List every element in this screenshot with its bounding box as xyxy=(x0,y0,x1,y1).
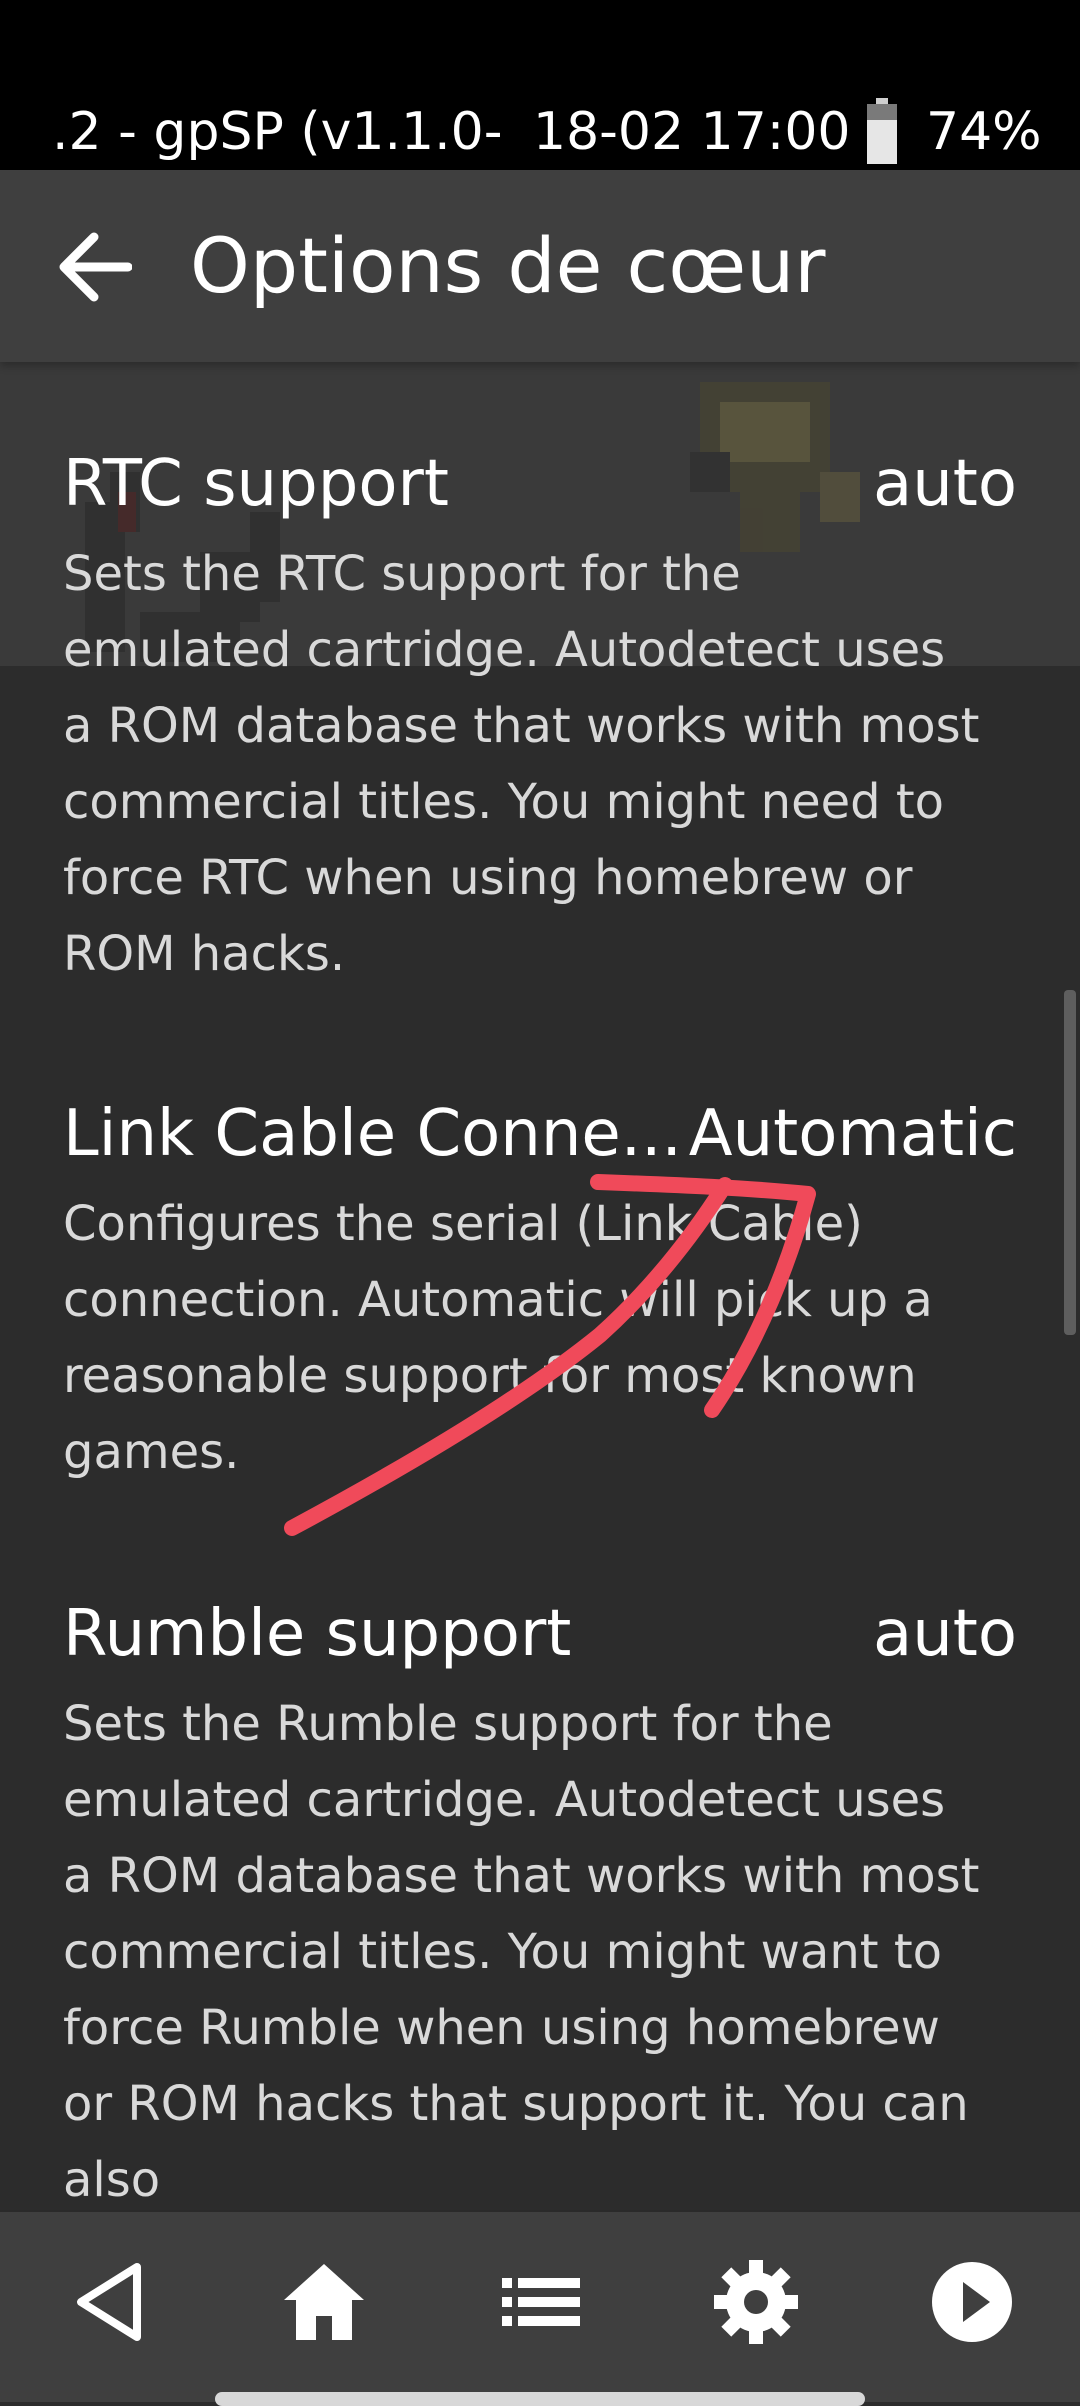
back-arrow-icon[interactable] xyxy=(58,230,133,304)
bottom-nav-bar xyxy=(0,2210,1080,2406)
status-datetime: 18-02 17:00 xyxy=(533,102,851,162)
option-title: RTC support xyxy=(63,447,449,521)
option-rtc-support[interactable]: RTC support auto Sets the RTC support fo… xyxy=(63,442,1017,1002)
scrollbar[interactable] xyxy=(1064,990,1076,1335)
page-title: Options de cœur xyxy=(190,221,826,310)
gear-icon[interactable] xyxy=(706,2252,806,2352)
option-description: Sets the Rumble support for the emulated… xyxy=(63,1696,980,2208)
option-description: Sets the RTC support for the emulated ca… xyxy=(63,546,980,982)
status-notification-text: .2 - gpSP (v1.1.0- xyxy=(52,102,503,162)
battery-percent: 74% xyxy=(926,102,1042,162)
status-bar: .2 - gpSP (v1.1.0- 18-02 17:00 74% xyxy=(0,0,1080,170)
home-indicator[interactable] xyxy=(215,2392,865,2406)
options-list[interactable]: RTC support auto Sets the RTC support fo… xyxy=(0,362,1080,2210)
option-rumble-support[interactable]: Rumble support auto Sets the Rumble supp… xyxy=(63,1592,1017,2210)
list-icon[interactable] xyxy=(490,2252,590,2352)
play-icon[interactable] xyxy=(922,2252,1022,2352)
option-value[interactable]: auto xyxy=(873,1592,1017,1676)
option-link-cable-connection[interactable]: Link Cable Conne... Automatic Configures… xyxy=(63,1092,1017,1512)
option-description: Configures the serial (Link Cable) conne… xyxy=(63,1196,933,1480)
battery-icon xyxy=(867,98,897,164)
option-value[interactable]: auto xyxy=(873,442,1017,526)
option-title: Rumble support xyxy=(63,1597,572,1671)
option-value[interactable]: Automatic xyxy=(689,1092,1017,1176)
app-bar: Options de cœur xyxy=(0,170,1080,362)
option-title: Link Cable Conne... xyxy=(63,1097,682,1171)
back-triangle-icon[interactable] xyxy=(59,2252,159,2352)
home-icon[interactable] xyxy=(274,2252,374,2352)
